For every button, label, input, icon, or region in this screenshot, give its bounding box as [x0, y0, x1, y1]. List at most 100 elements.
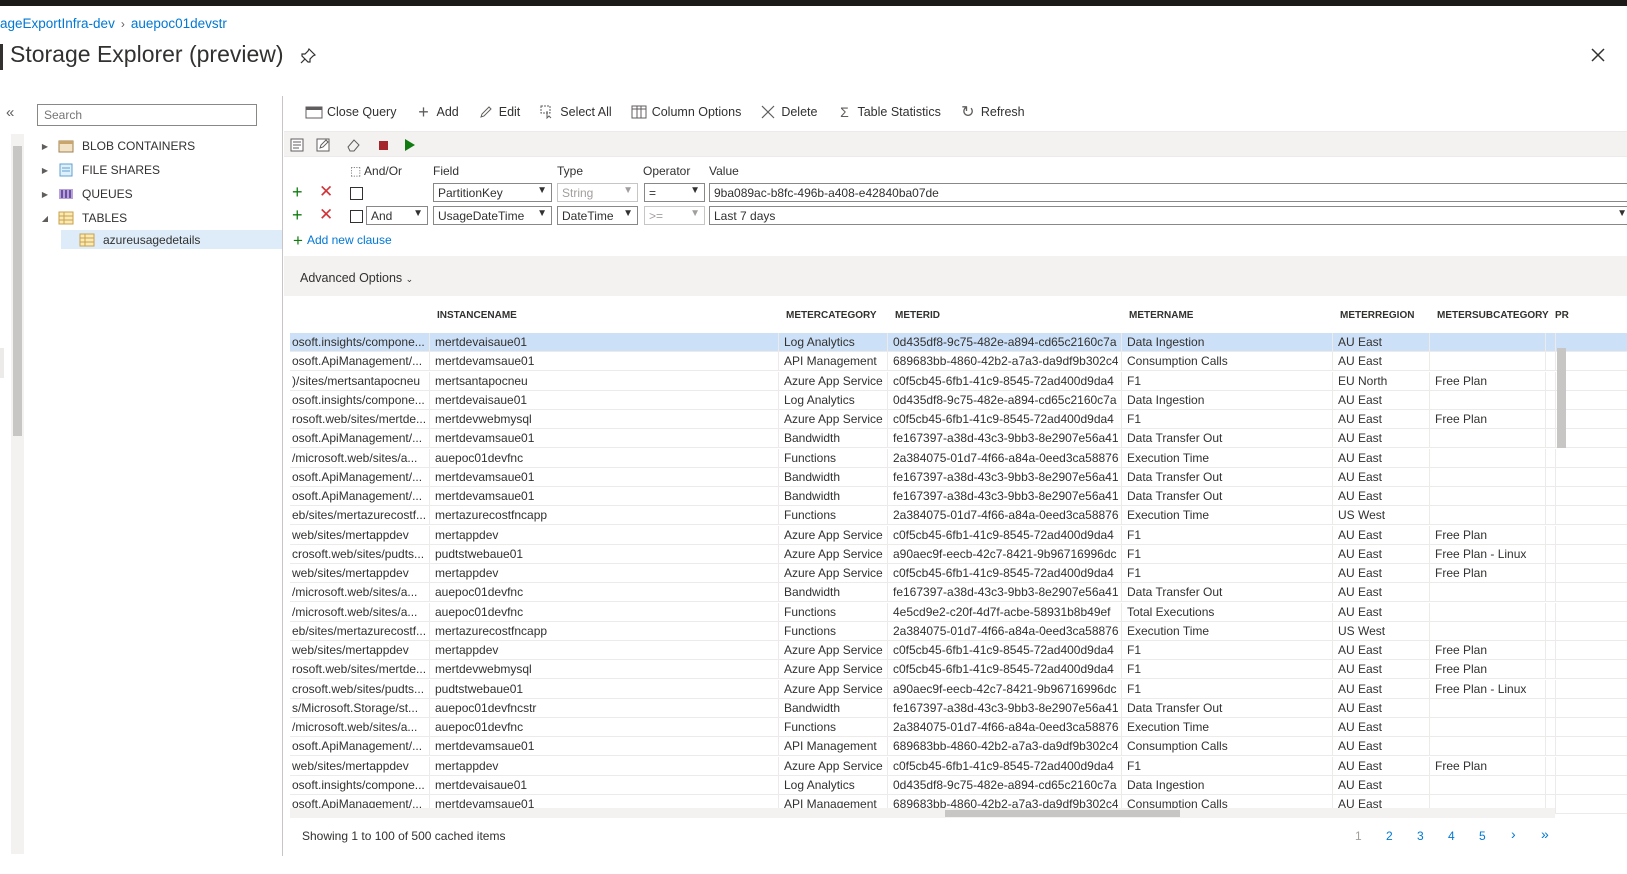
add-clause-icon[interactable]: +	[292, 183, 303, 201]
table-row[interactable]: osoft.ApiManagement/... mertdevamsaue01 Ba…	[290, 487, 1627, 506]
sidebar-scrollbar[interactable]	[11, 134, 24, 854]
table-row[interactable]: /microsoft.web/sites/a... auepoc01devfnc F…	[290, 602, 1627, 622]
table-row[interactable]: web/sites/mertappdev mertappdev Azure App …	[290, 525, 1627, 545]
add-new-clause-link[interactable]: + Add new clause	[293, 231, 392, 251]
table-row[interactable]: osoft.ApiManagement/... mertdevamsaue01 AP…	[290, 352, 1627, 372]
meterid-cell: 689683bb-4860-42b2-a7a3-da9df9b302c4	[893, 739, 1118, 754]
table-row[interactable]: rosoft.web/sites/mertde... mertdevwebmysq…	[290, 410, 1627, 429]
table-row[interactable]: )/sites/mertsantapocneu mertsantapocneu Az…	[290, 371, 1627, 391]
page-link-4[interactable]: 4	[1448, 829, 1455, 843]
table-row[interactable]: eb/sites/mertazurecostf... mertazurecostf…	[290, 506, 1627, 526]
add-button[interactable]: + Add	[414, 102, 459, 122]
table-row[interactable]: crosoft.web/sites/pudts... pudtstwebaue01…	[290, 544, 1627, 564]
table-statistics-button[interactable]: Σ Table Statistics	[835, 104, 941, 120]
breadcrumb-item-storage-account[interactable]: auepoc01devstr	[131, 16, 227, 31]
table-row[interactable]: /microsoft.web/sites/a... auepoc01devfnc F…	[290, 718, 1627, 737]
resource-cell: eb/sites/mertazurecostf...	[292, 508, 427, 523]
column-separator	[887, 390, 888, 410]
table-row[interactable]: eb/sites/mertazurecostf... mertazurecostf…	[290, 621, 1627, 641]
breadcrumb-item-resource-group[interactable]: ageExportInfra-dev	[0, 16, 115, 31]
pin-icon[interactable]	[300, 48, 316, 64]
instancename-cell: mertappdev	[435, 758, 499, 773]
page-link-1[interactable]: 1	[1355, 829, 1362, 843]
run-query-icon[interactable]	[401, 136, 419, 154]
grid-horizontal-scrollbar-thumb[interactable]	[945, 810, 1180, 817]
table-row[interactable]: s/Microsoft.Storage/st... auepoc01devfncs…	[290, 698, 1627, 718]
pane-divider[interactable]	[282, 96, 283, 856]
type-select[interactable]: DateTime ▼	[557, 206, 638, 225]
sidebar-item-azureusagedetails[interactable]: azureusagedetails	[61, 230, 282, 249]
table-row[interactable]: /microsoft.web/sites/a... auepoc01devfnc F…	[290, 448, 1627, 468]
value-select[interactable]: Last 7 days ▼	[709, 206, 1627, 225]
column-separator	[1429, 544, 1430, 564]
clause-checkbox[interactable]	[350, 210, 363, 223]
column-options-button[interactable]: Column Options	[630, 104, 741, 120]
query-text-icon[interactable]	[288, 136, 306, 154]
sidebar-item-queues[interactable]: ▶ QUEUES	[30, 182, 282, 206]
table-row[interactable]: rosoft.web/sites/mertde... mertdevwebmysq…	[290, 660, 1627, 680]
column-header-pr[interactable]: PR	[1555, 310, 1569, 321]
expand-arrow-icon[interactable]: ▶	[38, 166, 52, 175]
meterid-cell: fe167397-a38d-43c3-9bb3-8e2907e56a41	[893, 431, 1118, 446]
sidebar-scrollbar-thumb[interactable]	[13, 146, 22, 436]
table-row[interactable]: web/sites/mertappdev mertappdev Azure App …	[290, 564, 1627, 583]
value-input[interactable]: 9ba089ac-b8fc-496b-a408-e42840ba07de	[709, 183, 1627, 202]
add-clause-icon[interactable]: +	[292, 206, 303, 224]
clause-checkbox[interactable]	[350, 187, 363, 200]
expand-arrow-icon[interactable]: ▶	[38, 142, 52, 151]
grid-vertical-scrollbar[interactable]	[1555, 348, 1567, 818]
table-row[interactable]: crosoft.web/sites/pudts... pudtstwebaue01…	[290, 679, 1627, 699]
advanced-options-toggle[interactable]: Advanced Options ⌄	[300, 271, 413, 285]
remove-clause-icon[interactable]: ✕	[319, 206, 333, 224]
column-header-metername[interactable]: METERNAME	[1129, 310, 1193, 321]
grid-vertical-scrollbar-thumb[interactable]	[1557, 348, 1566, 448]
meterregion-cell: AU East	[1338, 527, 1383, 542]
table-row[interactable]: /microsoft.web/sites/a... auepoc01devfnc B…	[290, 583, 1627, 603]
edit-query-icon[interactable]	[314, 136, 332, 154]
sidebar-item-tables[interactable]: ◢ TABLES	[30, 206, 282, 230]
sidebar-item-blob-containers[interactable]: ▶ BLOB CONTAINERS	[30, 134, 282, 158]
operator-select[interactable]: = ▼	[644, 183, 705, 202]
close-query-button[interactable]: Close Query	[305, 104, 396, 120]
page-link-2[interactable]: 2	[1386, 829, 1393, 843]
collapse-pane-icon[interactable]: «	[6, 104, 14, 121]
table-row[interactable]: osoft.insights/compone... mertdevaisaue01…	[290, 390, 1627, 410]
and-or-select[interactable]: And ▼	[366, 206, 428, 225]
table-row[interactable]: osoft.insights/compone... mertdevaisaue01…	[290, 333, 1627, 352]
column-header-metercategory[interactable]: METERCATEGORY	[786, 310, 877, 321]
refresh-icon: ↻	[961, 104, 975, 121]
page-link-3[interactable]: 3	[1417, 829, 1424, 843]
grid-horizontal-scrollbar[interactable]	[290, 808, 1555, 818]
eraser-icon[interactable]	[344, 136, 362, 154]
edit-button[interactable]: Edit	[477, 104, 520, 120]
select-all-button[interactable]: Select All	[538, 104, 612, 120]
table-row[interactable]: osoft.ApiManagement/... mertdevamsaue01 Ba…	[290, 429, 1627, 449]
search-input[interactable]	[37, 104, 257, 126]
collapse-arrow-icon[interactable]: ◢	[38, 214, 52, 223]
delete-button[interactable]: Delete	[759, 104, 817, 120]
last-page-button[interactable]: »	[1541, 826, 1549, 842]
field-select[interactable]: PartitionKey ▼	[433, 183, 552, 202]
column-header-instancename[interactable]: INSTANCENAME	[437, 310, 517, 321]
field-select[interactable]: UsageDateTime ▼	[433, 206, 552, 225]
column-header-meterregion[interactable]: METERREGION	[1340, 310, 1414, 321]
column-header-meterid[interactable]: METERID	[895, 310, 940, 321]
next-page-button[interactable]: ›	[1511, 826, 1516, 842]
column-header-metersubcategory[interactable]: METERSUBCATEGORY	[1437, 310, 1549, 321]
table-row[interactable]: web/sites/mertappdev mertappdev Azure App …	[290, 756, 1627, 776]
page-link-5[interactable]: 5	[1479, 829, 1486, 843]
column-separator	[887, 525, 888, 545]
table-row[interactable]: osoft.insights/compone... mertdevaisaue01…	[290, 775, 1627, 795]
table-row[interactable]: web/sites/mertappdev mertappdev Azure App …	[290, 641, 1627, 660]
remove-clause-icon[interactable]: ✕	[319, 183, 333, 201]
table-row[interactable]: osoft.ApiManagement/... mertdevamsaue01 Ba…	[290, 467, 1627, 487]
operator-select-value: =	[649, 186, 657, 200]
refresh-button[interactable]: ↻ Refresh	[959, 104, 1024, 121]
meterregion-cell: US West	[1338, 623, 1386, 638]
sidebar-item-file-shares[interactable]: ▶ FILE SHARES	[30, 158, 282, 182]
group-clauses-icon[interactable]: ⬚	[350, 164, 361, 178]
stop-icon[interactable]	[374, 136, 392, 154]
expand-arrow-icon[interactable]: ▶	[38, 190, 52, 199]
table-row[interactable]: osoft.ApiManagement/... mertdevamsaue01 AP…	[290, 737, 1627, 757]
close-icon[interactable]	[1590, 47, 1606, 63]
